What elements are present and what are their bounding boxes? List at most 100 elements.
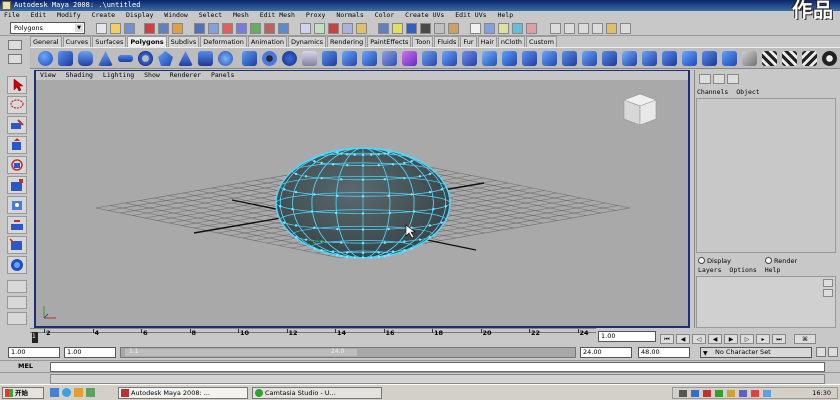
- panel-menu-renderer[interactable]: Renderer: [170, 71, 201, 79]
- shelf-tab-dynamics[interactable]: Dynamics: [287, 36, 327, 47]
- channel-box-toggle-icon[interactable]: [526, 23, 537, 34]
- shelf-tabs-toggle-icon[interactable]: [8, 54, 22, 64]
- k-app-icon[interactable]: [751, 390, 759, 397]
- menu-edit-mesh[interactable]: Edit Mesh: [260, 11, 295, 19]
- reduce-icon[interactable]: [302, 51, 317, 66]
- shelf-tab-deformation[interactable]: Deformation: [200, 36, 247, 47]
- panel-menu-show[interactable]: Show: [144, 71, 160, 79]
- snap-point-icon[interactable]: [328, 23, 339, 34]
- quick-selection-field-icon[interactable]: [470, 23, 481, 34]
- input-ops-icon[interactable]: [378, 23, 389, 34]
- channel-box-menu-object[interactable]: Object: [736, 88, 759, 96]
- combine-icon[interactable]: [242, 51, 257, 66]
- append-polygon-icon[interactable]: [382, 51, 397, 66]
- menu-proxy[interactable]: Proxy: [306, 11, 326, 19]
- clock[interactable]: 16:30: [812, 389, 831, 397]
- planar-map-icon[interactable]: [782, 51, 797, 66]
- pick-curves-icon[interactable]: [222, 23, 233, 34]
- menu-set-dropdown[interactable]: Polygons ▼: [10, 22, 85, 34]
- conform-icon[interactable]: [722, 51, 737, 66]
- single-perspective-layout-icon[interactable]: [7, 280, 27, 293]
- panel-menu-view[interactable]: View: [40, 71, 56, 79]
- animation-preferences-icon[interactable]: [828, 347, 838, 357]
- pick-joints-icon[interactable]: [208, 23, 219, 34]
- network-icon[interactable]: [691, 390, 699, 397]
- play-backwards-icon[interactable]: ◀: [708, 334, 722, 344]
- go-to-start-icon[interactable]: ⏮: [660, 334, 674, 344]
- step-back-icon[interactable]: ◀︎: [676, 334, 690, 344]
- task-maya[interactable]: Autodesk Maya 2008: ...: [118, 387, 248, 399]
- spherical-map-icon[interactable]: [822, 51, 837, 66]
- shelf-tab-ncloth[interactable]: nCloth: [497, 36, 525, 47]
- history-icon[interactable]: [406, 23, 417, 34]
- pick-rendering-icon[interactable]: [278, 23, 289, 34]
- tool-settings-toggle-icon[interactable]: [727, 74, 739, 84]
- harden-edge-icon[interactable]: [682, 51, 697, 66]
- channel-box-menu-channels[interactable]: Channels: [697, 88, 728, 96]
- offset-edge-loop-icon[interactable]: [442, 51, 457, 66]
- bridge-icon[interactable]: [362, 51, 377, 66]
- range-slider-handle[interactable]: [125, 349, 357, 356]
- range-slider-bar[interactable]: 1.1 24.0: [120, 347, 576, 358]
- separate-icon[interactable]: [262, 51, 277, 66]
- merge-icon[interactable]: [482, 51, 497, 66]
- poly-pipe-icon[interactable]: [198, 51, 213, 66]
- render-frame-icon[interactable]: [420, 23, 431, 34]
- rotate-tool-icon[interactable]: [7, 156, 27, 174]
- persp-outliner-layout-icon[interactable]: [7, 312, 27, 325]
- task-camtasia[interactable]: Camtasia Studio - U...: [252, 387, 382, 399]
- script-editor-icon[interactable]: [620, 23, 631, 34]
- new-scene-icon[interactable]: [96, 23, 107, 34]
- shelf-tab-rendering[interactable]: Rendering: [327, 36, 367, 47]
- step-back-key-icon[interactable]: ◁: [692, 334, 706, 344]
- poke-face-icon[interactable]: [522, 51, 537, 66]
- antivirus-icon[interactable]: [703, 390, 711, 397]
- menu-mesh[interactable]: Mesh: [233, 11, 249, 19]
- time-slider[interactable]: 1 2 4 6 8 10 12 14 16 18 20 22 24: [30, 328, 596, 344]
- display-radio[interactable]: [698, 257, 705, 264]
- shelf-tab-general[interactable]: General: [30, 36, 62, 47]
- lasso-tool-icon[interactable]: [7, 96, 27, 114]
- ipr-render-icon[interactable]: [434, 23, 445, 34]
- select-tool-icon[interactable]: [7, 76, 27, 94]
- collapse-icon[interactable]: [502, 51, 517, 66]
- play-forwards-icon[interactable]: ▶: [724, 334, 738, 344]
- duplicate-face-icon[interactable]: [562, 51, 577, 66]
- insert-edge-loop-icon[interactable]: [422, 51, 437, 66]
- volume-icon[interactable]: [727, 390, 735, 397]
- hypershade-icon[interactable]: [592, 23, 603, 34]
- tray-app-icon[interactable]: [715, 390, 723, 397]
- render-view-icon[interactable]: [606, 23, 617, 34]
- current-frame-field[interactable]: 1.00: [598, 331, 656, 342]
- scale-tool-icon[interactable]: [7, 176, 27, 194]
- bevel-icon[interactable]: [462, 51, 477, 66]
- shelf-menu-icon[interactable]: [8, 40, 22, 50]
- snap-curve-icon[interactable]: [314, 23, 325, 34]
- outliner-icon[interactable]: [564, 23, 575, 34]
- shelf-tab-fur[interactable]: Fur: [460, 36, 477, 47]
- menu-normals[interactable]: Normals: [336, 11, 363, 19]
- shelf-tab-curves[interactable]: Curves: [62, 36, 92, 47]
- soft-modification-icon[interactable]: [7, 216, 27, 234]
- mirror-geometry-icon[interactable]: [322, 51, 337, 66]
- snap-grid-icon[interactable]: [300, 23, 311, 34]
- split-polygon-icon[interactable]: [402, 51, 417, 66]
- poly-cone-icon[interactable]: [98, 51, 113, 66]
- perspective-viewport[interactable]: [36, 80, 688, 326]
- panel-menu-lighting[interactable]: Lighting: [103, 71, 134, 79]
- shelf-tab-subdivs[interactable]: Subdivs: [167, 36, 200, 47]
- render-radio[interactable]: [765, 257, 773, 264]
- render-settings-icon[interactable]: [448, 23, 459, 34]
- paint-select-tool-icon[interactable]: [7, 116, 27, 134]
- select-object-icon[interactable]: [158, 23, 169, 34]
- quadrangulate-icon[interactable]: [642, 51, 657, 66]
- poly-cube-icon[interactable]: [58, 51, 73, 66]
- select-component-icon[interactable]: [172, 23, 183, 34]
- menu-edit-uvs[interactable]: Edit UVs: [455, 11, 486, 19]
- triangulate-icon[interactable]: [622, 51, 637, 66]
- make-live-icon[interactable]: [356, 23, 367, 34]
- character-set-dropdown[interactable]: ▼ No Character Set: [700, 347, 812, 358]
- internet-explorer-icon[interactable]: [62, 388, 71, 397]
- step-forward-icon[interactable]: ▸: [756, 334, 770, 344]
- shelf-tab-polygons[interactable]: Polygons: [127, 36, 167, 47]
